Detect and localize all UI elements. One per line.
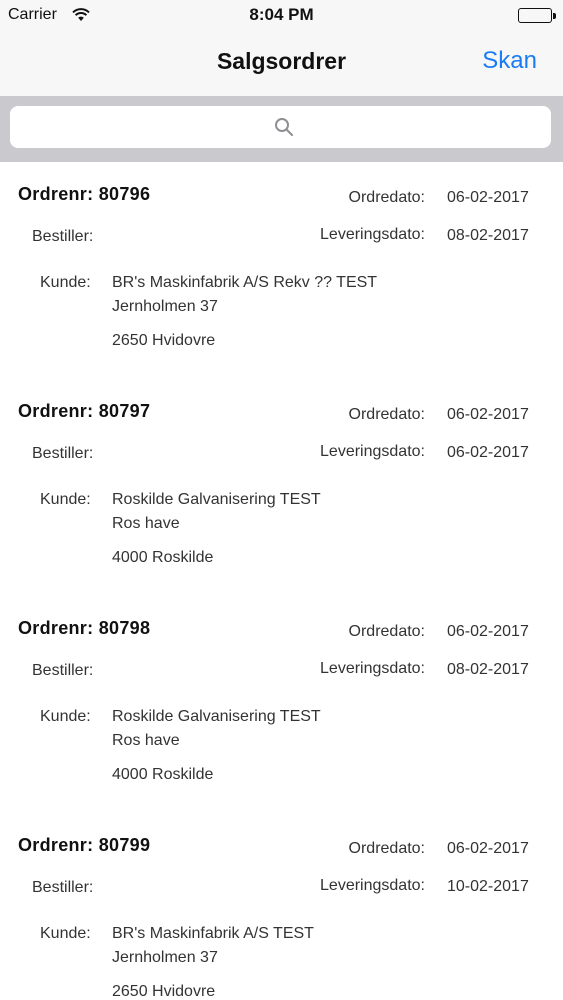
customer-name: Roskilde Galvanisering TEST	[112, 708, 321, 725]
scan-button[interactable]: Skan	[482, 47, 537, 75]
order-date-value: 06-02-2017	[447, 406, 529, 423]
order-number: Ordrenr: 80798	[18, 618, 151, 638]
delivery-date-value: 10-02-2017	[447, 878, 529, 895]
status-bar: Carrier 8:04 PM	[0, 0, 563, 30]
bestiller-label: Bestiller:	[32, 662, 94, 679]
order-date-label: Ordredato:	[348, 840, 425, 857]
customer-name: BR's Maskinfabrik A/S Rekv ?? TEST	[112, 274, 378, 291]
customer-label: Kunde:	[40, 708, 91, 725]
order-number: Ordrenr: 80799	[18, 835, 151, 855]
order-date-value: 06-02-2017	[447, 840, 529, 857]
delivery-date-label: Leveringsdato:	[320, 877, 425, 894]
clock: 8:04 PM	[249, 5, 314, 24]
order-date-value: 06-02-2017	[447, 623, 529, 640]
customer-city: 2650 Hvidovre	[112, 332, 216, 349]
order-list-item[interactable]: Ordrenr: 80799 Ordredato: 06-02-2017 Bes…	[0, 813, 563, 1000]
order-list: Ordrenr: 80796 Ordredato: 06-02-2017 Bes…	[0, 162, 563, 1000]
customer-city: 4000 Roskilde	[112, 549, 214, 566]
customer-label: Kunde:	[40, 491, 91, 508]
customer-address: Ros have	[112, 732, 180, 749]
order-date-label: Ordredato:	[348, 189, 425, 206]
customer-name: Roskilde Galvanisering TEST	[112, 491, 321, 508]
order-list-item[interactable]: Ordrenr: 80797 Ordredato: 06-02-2017 Bes…	[0, 379, 563, 596]
delivery-date-value: 08-02-2017	[447, 661, 529, 678]
customer-label: Kunde:	[40, 274, 91, 291]
bestiller-label: Bestiller:	[32, 879, 94, 896]
bestiller-label: Bestiller:	[32, 228, 94, 245]
battery-icon	[518, 8, 556, 23]
search-icon	[274, 117, 294, 142]
delivery-date-label: Leveringsdato:	[320, 443, 425, 460]
customer-name: BR's Maskinfabrik A/S TEST	[112, 925, 314, 942]
delivery-date-value: 06-02-2017	[447, 444, 529, 461]
navigation-bar: Salgsordrer Skan	[0, 30, 563, 96]
customer-address: Jernholmen 37	[112, 949, 218, 966]
order-date-value: 06-02-2017	[447, 189, 529, 206]
order-list-item[interactable]: Ordrenr: 80796 Ordredato: 06-02-2017 Bes…	[0, 162, 563, 379]
customer-city: 4000 Roskilde	[112, 766, 214, 783]
delivery-date-label: Leveringsdato:	[320, 660, 425, 677]
order-list-item[interactable]: Ordrenr: 80798 Ordredato: 06-02-2017 Bes…	[0, 596, 563, 813]
customer-label: Kunde:	[40, 925, 91, 942]
customer-city: 2650 Hvidovre	[112, 983, 216, 1000]
bestiller-label: Bestiller:	[32, 445, 94, 462]
search-bar	[0, 96, 563, 162]
order-date-label: Ordredato:	[348, 623, 425, 640]
customer-address: Ros have	[112, 515, 180, 532]
order-number: Ordrenr: 80797	[18, 401, 151, 421]
page-title: Salgsordrer	[216, 48, 347, 74]
customer-address: Jernholmen 37	[112, 298, 218, 315]
order-date-label: Ordredato:	[348, 406, 425, 423]
delivery-date-label: Leveringsdato:	[320, 226, 425, 243]
delivery-date-value: 08-02-2017	[447, 227, 529, 244]
search-input[interactable]	[10, 106, 551, 148]
order-number: Ordrenr: 80796	[18, 184, 151, 204]
